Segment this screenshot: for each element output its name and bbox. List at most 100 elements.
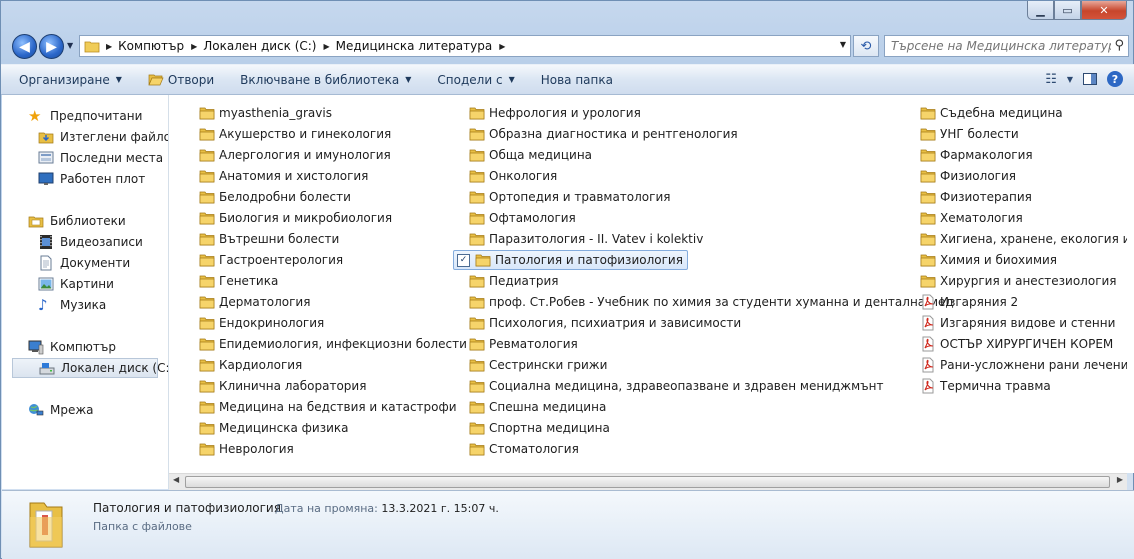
- details-modified-label: Дата на промяна:: [275, 502, 378, 515]
- recent-pages-dropdown-icon[interactable]: ▼: [67, 41, 73, 50]
- folder-item[interactable]: Генетика: [199, 271, 278, 291]
- selection-checkbox[interactable]: ✓: [457, 253, 470, 267]
- nav-documents[interactable]: Документи: [38, 253, 130, 273]
- nav-music[interactable]: ♪ Музика: [38, 295, 106, 315]
- details-item-type: Папка с файлове: [93, 520, 192, 533]
- folder-icon: [199, 191, 215, 204]
- folder-item[interactable]: Белодробни болести: [199, 187, 351, 207]
- file-list[interactable]: myasthenia_gravis Акушерство и гинекологи…: [169, 95, 1127, 473]
- search-input[interactable]: [885, 38, 1113, 54]
- navigation-bar: ◀ ▶ ▼ ▶ Компютър ▶ Локален диск (C:) ▶ М…: [1, 31, 1134, 61]
- view-dropdown-icon[interactable]: ▼: [1067, 75, 1073, 84]
- pdf-file-item[interactable]: Изгаряния видове и стенни: [920, 313, 1115, 333]
- breadcrumb-separator-icon[interactable]: ▶: [191, 42, 197, 51]
- scroll-thumb[interactable]: [185, 476, 1110, 488]
- breadcrumb-separator-icon[interactable]: ▶: [106, 42, 112, 51]
- folder-item[interactable]: Физиотерапия: [920, 187, 1032, 207]
- folder-item[interactable]: Хигиена, хранене, екология и труд: [920, 229, 1127, 249]
- maximize-button[interactable]: ▭: [1054, 1, 1081, 20]
- pdf-file-item[interactable]: Изгаряния 2: [920, 292, 1018, 312]
- item-label: Педиатрия: [489, 274, 559, 288]
- nav-network[interactable]: Мрежа: [28, 400, 94, 420]
- folder-item[interactable]: Ортопедия и травматология: [469, 187, 670, 207]
- folder-item[interactable]: Съдебна медицина: [920, 103, 1063, 123]
- nav-desktop[interactable]: Работен плот: [38, 169, 145, 189]
- preview-pane-icon[interactable]: [1083, 73, 1097, 85]
- folder-item[interactable]: УНГ болести: [920, 124, 1019, 144]
- forward-button[interactable]: ▶: [39, 34, 64, 59]
- address-dropdown-icon[interactable]: ▼: [840, 40, 846, 49]
- folder-item[interactable]: Фармакология: [920, 145, 1033, 165]
- folder-item[interactable]: Спешна медицина: [469, 397, 606, 417]
- folder-item[interactable]: Образна диагностика и рентгенология: [469, 124, 738, 144]
- search-box[interactable]: ⚲: [884, 35, 1129, 57]
- folder-item[interactable]: Клинична лаборатория: [199, 376, 366, 396]
- folder-item[interactable]: Ендокринология: [199, 313, 324, 333]
- folder-item[interactable]: Стоматология: [469, 439, 579, 459]
- folder-item[interactable]: Паразитология - II. Vatev i kolektiv: [469, 229, 703, 249]
- back-button[interactable]: ◀: [12, 34, 37, 59]
- folder-item[interactable]: Педиатрия: [469, 271, 558, 291]
- folder-item[interactable]: Онкология: [469, 166, 557, 186]
- open-button[interactable]: Отвори: [140, 70, 222, 90]
- folder-item[interactable]: Неврология: [199, 439, 294, 459]
- address-bar[interactable]: ▶ Компютър ▶ Локален диск (C:) ▶ Медицин…: [79, 35, 851, 57]
- nav-computer[interactable]: Компютър: [28, 337, 116, 357]
- folder-item[interactable]: Хирургия и анестезиология: [920, 271, 1117, 291]
- refresh-button[interactable]: ⟲: [853, 35, 879, 57]
- folder-icon: [920, 275, 936, 288]
- folder-item[interactable]: Медицинска физика: [199, 418, 349, 438]
- organize-button[interactable]: Организиране ▼: [11, 70, 130, 90]
- close-button[interactable]: ✕: [1081, 1, 1127, 20]
- folder-item[interactable]: ✓ Патология и патофизиология: [453, 250, 688, 270]
- new-folder-button[interactable]: Нова папка: [533, 70, 621, 90]
- nav-favorites[interactable]: ★ Предпочитани: [28, 106, 142, 126]
- folder-item[interactable]: Социална медицина, здравеопазване и здра…: [469, 376, 883, 396]
- folder-item[interactable]: Ревматология: [469, 334, 578, 354]
- search-icon[interactable]: ⚲: [1114, 38, 1124, 53]
- folder-item[interactable]: Физиология: [920, 166, 1016, 186]
- folder-item[interactable]: Обща медицина: [469, 145, 592, 165]
- folder-item[interactable]: Медицина на бедствия и катастрофи: [199, 397, 457, 417]
- folder-item[interactable]: Офтамология: [469, 208, 576, 228]
- folder-item[interactable]: Дерматология: [199, 292, 310, 312]
- minimize-button[interactable]: ▁: [1027, 1, 1054, 20]
- breadcrumb-medical-literature[interactable]: Медицинска литература: [336, 39, 493, 53]
- scroll-right-icon[interactable]: ▶: [1117, 475, 1123, 484]
- scroll-left-icon[interactable]: ◀: [173, 475, 179, 484]
- folder-item[interactable]: Гастроентерология: [199, 250, 343, 270]
- nav-videos[interactable]: Видеозаписи: [38, 232, 143, 252]
- nav-downloads[interactable]: Изтеглени файлове: [38, 127, 168, 147]
- folder-item[interactable]: Акушерство и гинекология: [199, 124, 391, 144]
- folder-item[interactable]: Сестрински грижи: [469, 355, 607, 375]
- breadcrumb-computer[interactable]: Компютър: [118, 39, 184, 53]
- folder-item[interactable]: проф. Ст.Робев - Учебник по химия за сту…: [469, 292, 954, 312]
- breadcrumb-separator-icon[interactable]: ▶: [499, 42, 505, 51]
- folder-item[interactable]: myasthenia_gravis: [199, 103, 332, 123]
- nav-libraries[interactable]: Библиотеки: [28, 211, 126, 231]
- folder-item[interactable]: Спортна медицина: [469, 418, 610, 438]
- include-in-library-button[interactable]: Включване в библиотека ▼: [232, 70, 419, 90]
- nav-pictures[interactable]: Картини: [38, 274, 114, 294]
- folder-item[interactable]: Химия и биохимия: [920, 250, 1057, 270]
- folder-item[interactable]: Вътрешни болести: [199, 229, 339, 249]
- share-with-button[interactable]: Сподели с ▼: [429, 70, 522, 90]
- folder-item[interactable]: Биология и микробиология: [199, 208, 392, 228]
- view-options-icon[interactable]: ☷: [1045, 72, 1057, 87]
- folder-item[interactable]: Алергология и имунология: [199, 145, 391, 165]
- folder-item[interactable]: Анатомия и хистология: [199, 166, 368, 186]
- folder-item[interactable]: Психология, психиатрия и зависимости: [469, 313, 741, 333]
- breadcrumb-separator-icon[interactable]: ▶: [324, 42, 330, 51]
- pdf-file-item[interactable]: ОСТЪР ХИРУРГИЧЕН КОРЕМ: [920, 334, 1113, 354]
- pdf-file-item[interactable]: Термична травма: [920, 376, 1051, 396]
- breadcrumb-local-disk[interactable]: Локален диск (C:): [203, 39, 316, 53]
- folder-item[interactable]: Кардиология: [199, 355, 302, 375]
- pdf-file-item[interactable]: Рани-усложнени рани лечение: [920, 355, 1127, 375]
- folder-item[interactable]: Хематология: [920, 208, 1023, 228]
- nav-local-disk[interactable]: Локален диск (C:): [12, 358, 168, 378]
- horizontal-scrollbar[interactable]: ◀ ▶: [169, 473, 1127, 490]
- folder-item[interactable]: Епидемиология, инфекциозни болести: [199, 334, 467, 354]
- help-icon[interactable]: ?: [1107, 71, 1123, 87]
- folder-item[interactable]: Нефрология и урология: [469, 103, 641, 123]
- nav-recent-places[interactable]: Последни места: [38, 148, 163, 168]
